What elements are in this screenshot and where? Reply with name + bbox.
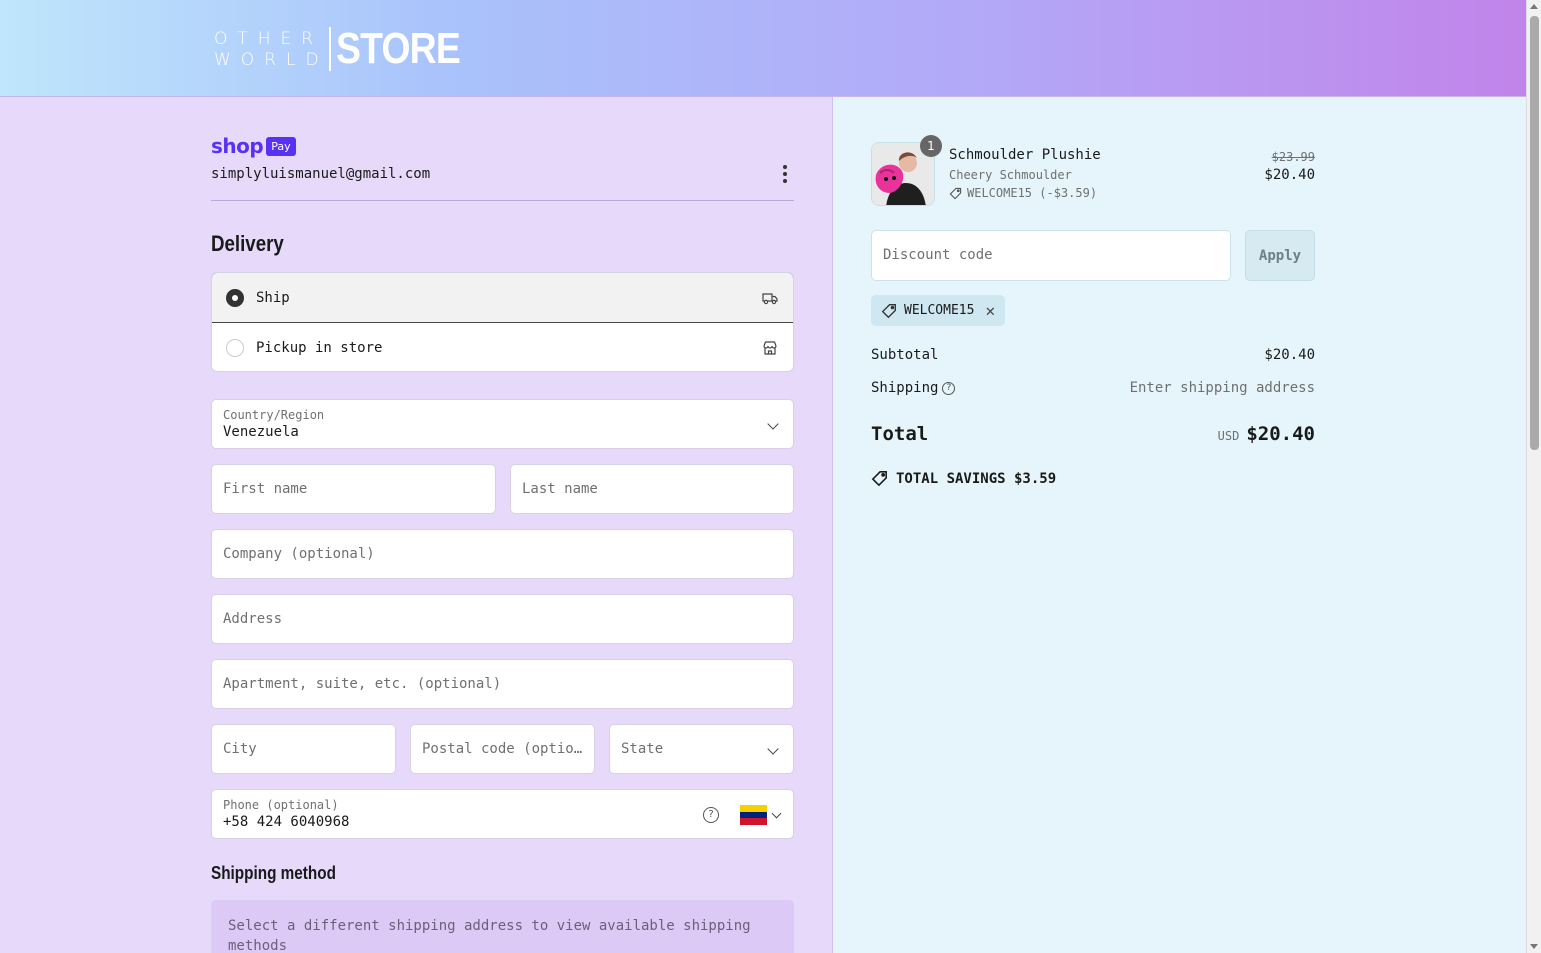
chevron-down-icon <box>767 418 779 430</box>
shipping-method-note: Select a different shipping address to v… <box>211 900 794 953</box>
logo-line-1: OTHER <box>214 28 324 49</box>
pickup-radio[interactable] <box>226 339 244 357</box>
country-value: Venezuela <box>223 424 299 440</box>
phone-field[interactable]: Phone (optional) +58 424 6040968 ? <box>211 789 794 839</box>
total-row: Total USD $20.40 <box>871 423 1315 445</box>
logo-store: STORE <box>335 24 461 73</box>
total-amount: USD $20.40 <box>1218 423 1315 445</box>
shipping-row: Shipping? Enter shipping address <box>871 380 1315 396</box>
applied-discount-chip: WELCOME15 ✕ <box>871 295 1006 326</box>
logo-line-2: WORLD <box>214 49 329 70</box>
total-label: Total <box>871 423 929 445</box>
scroll-thumb[interactable] <box>1530 16 1539 450</box>
order-summary-panel: 1 Schmoulder Plushie Cheery Schmoulder W… <box>833 97 1526 953</box>
truck-icon <box>762 292 778 304</box>
store-header: OTHER WORLD STORE <box>0 0 1526 97</box>
kebab-dot-icon <box>783 165 787 169</box>
quantity-badge: 1 <box>920 135 942 157</box>
delivery-option-ship[interactable]: Ship <box>212 273 793 323</box>
scroll-down-icon[interactable] <box>1530 944 1538 949</box>
address-placeholder: Address <box>223 611 283 627</box>
product-discount: WELCOME15 (-$3.59) <box>949 186 1097 200</box>
delivery-heading: Delivery <box>211 231 284 256</box>
apply-discount-button[interactable]: Apply <box>1245 230 1315 281</box>
ship-radio[interactable] <box>226 288 244 307</box>
last-name-field[interactable]: Last name <box>510 464 794 514</box>
store-logo[interactable]: OTHER WORLD STORE <box>214 24 481 73</box>
city-placeholder: City <box>223 741 257 757</box>
address-field[interactable]: Address <box>211 594 794 644</box>
kebab-dot-icon <box>783 179 787 183</box>
currency-code: USD <box>1217 429 1240 443</box>
shipping-value: Enter shipping address <box>1129 380 1315 396</box>
product-variant: Cheery Schmoulder <box>949 168 1072 182</box>
postal-code-field[interactable]: Postal code (optio… <box>410 724 595 774</box>
chevron-down-icon <box>767 743 779 755</box>
subtotal-row: Subtotal $20.40 <box>871 347 1315 363</box>
shipping-label: Shipping <box>871 380 939 396</box>
delivery-option-label: Pickup in store <box>256 340 383 356</box>
account-menu-button[interactable] <box>776 163 794 185</box>
delivery-option-pickup[interactable]: Pickup in store <box>212 323 793 371</box>
product-name: Schmoulder Plushie <box>949 147 1101 163</box>
chevron-down-icon[interactable] <box>771 808 782 819</box>
shipping-method-heading: Shipping method <box>211 863 336 883</box>
state-select[interactable]: State <box>609 724 794 774</box>
last-name-placeholder: Last name <box>522 481 598 497</box>
apartment-field[interactable]: Apartment, suite, etc. (optional) <box>211 659 794 709</box>
shipping-help-icon[interactable]: ? <box>942 381 956 395</box>
discount-code-input[interactable]: Discount code <box>871 230 1231 281</box>
scroll-up-icon[interactable] <box>1530 4 1538 9</box>
company-placeholder: Company (optional) <box>223 546 375 562</box>
company-field[interactable]: Company (optional) <box>211 529 794 579</box>
discount-code-placeholder: Discount code <box>883 247 993 263</box>
first-name-field[interactable]: First name <box>211 464 496 514</box>
applied-discount-code: WELCOME15 <box>904 303 975 318</box>
country-label: Country/Region <box>223 408 325 422</box>
total-value: $20.40 <box>1246 423 1315 445</box>
product-original-price: $23.99 <box>1271 150 1315 164</box>
logo-wordmark: OTHER WORLD <box>214 30 329 69</box>
delivery-options: Ship Pickup in store <box>211 272 794 372</box>
phone-value: +58 424 6040968 <box>223 814 350 830</box>
logo-divider <box>328 27 331 71</box>
country-select[interactable]: Country/Region Venezuela <box>211 399 794 449</box>
shop-pay-shop-text: shop <box>211 134 264 158</box>
account-email: simplyluismanuel@gmail.com <box>211 166 431 182</box>
postal-code-placeholder: Postal code (optio… <box>422 741 583 757</box>
subtotal-label: Subtotal <box>871 347 939 363</box>
first-name-placeholder: First name <box>223 481 308 497</box>
page-scrollbar[interactable] <box>1526 0 1541 953</box>
tag-icon <box>949 187 962 199</box>
help-icon[interactable]: ? <box>703 807 719 823</box>
city-field[interactable]: City <box>211 724 396 774</box>
tag-icon <box>871 471 887 487</box>
shop-pay-badge: Pay <box>266 136 296 156</box>
shipping-label-wrap: Shipping? <box>871 380 956 396</box>
apartment-placeholder: Apartment, suite, etc. (optional) <box>223 676 502 692</box>
product-price: $20.40 <box>1264 167 1315 183</box>
state-placeholder: State <box>621 741 664 757</box>
total-savings-text: TOTAL SAVINGS $3.59 <box>896 470 1057 487</box>
delivery-option-label: Ship <box>256 289 290 306</box>
tag-icon <box>881 303 896 318</box>
product-discount-text: WELCOME15 (-$3.59) <box>967 186 1098 200</box>
store-icon <box>763 341 777 355</box>
venezuela-flag-icon[interactable] <box>740 805 767 825</box>
subtotal-value: $20.40 <box>1264 347 1315 363</box>
kebab-dot-icon <box>783 172 787 176</box>
phone-label: Phone (optional) <box>223 798 339 812</box>
checkout-form-panel: shop Pay simplyluismanuel@gmail.com Deli… <box>0 97 833 953</box>
total-savings: TOTAL SAVINGS $3.59 <box>871 470 1056 487</box>
shop-pay-logo: shop Pay <box>211 134 296 158</box>
remove-discount-icon[interactable]: ✕ <box>985 301 995 320</box>
account-divider <box>211 200 794 201</box>
